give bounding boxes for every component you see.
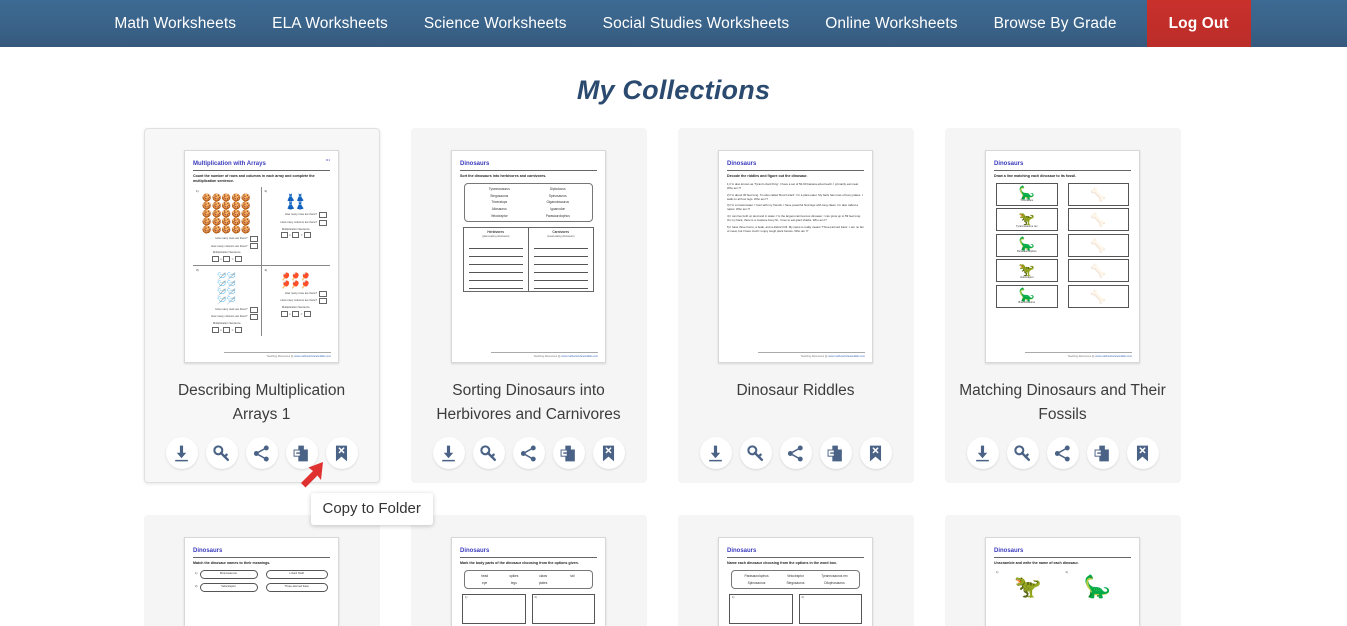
- worksheet-thumbnail[interactable]: Dinosaurs Name each dinosaur choosing fro…: [718, 537, 873, 626]
- copy-to-folder-icon: [292, 444, 311, 463]
- worksheet-thumbnail[interactable]: R1 Multiplication with Arrays Count the nu…: [184, 150, 339, 363]
- worksheet-thumbnail[interactable]: Dinosaurs Draw a line matching each dinos…: [985, 150, 1140, 363]
- worksheet-thumbnail[interactable]: Dinosaurs Decode the riddles and figure o…: [718, 150, 873, 363]
- collection-card-title: Dinosaur Riddles: [736, 382, 855, 399]
- download-button[interactable]: [966, 437, 999, 470]
- collection-card-title: Matching Dinosaurs and Their Fossils: [959, 382, 1166, 424]
- collections-grid: R1 Multiplication with Arrays Count the nu…: [143, 128, 1204, 626]
- download-button[interactable]: [699, 437, 732, 469]
- share-button[interactable]: [245, 437, 278, 470]
- copy-to-folder-button[interactable]: [819, 437, 852, 469]
- answer-key-button[interactable]: [205, 437, 238, 470]
- collection-card[interactable]: Dinosaurs Name each dinosaur choosing fro…: [677, 515, 914, 626]
- nav-items-container: Math Worksheets ELA Worksheets Science Wor…: [96, 0, 1251, 47]
- copy-to-folder-icon: [1093, 444, 1112, 463]
- bookmark-x-icon: [1133, 444, 1152, 463]
- remove-bookmark-button[interactable]: [325, 437, 358, 470]
- download-icon: [172, 444, 191, 463]
- worksheet-thumbnail[interactable]: Dinosaurs Match the dinosaur names to the…: [184, 537, 339, 626]
- bookmark-x-icon: [866, 444, 885, 463]
- tooltip-copy-to-folder: Copy to Folder: [310, 493, 433, 526]
- answer-key-button[interactable]: [739, 437, 772, 469]
- collection-card[interactable]: Dinosaurs Unscramble and write the name o…: [944, 515, 1181, 626]
- key-icon: [212, 444, 231, 463]
- card-action-buttons: [699, 437, 892, 469]
- copy-to-folder-button[interactable]: [285, 437, 318, 470]
- download-icon: [973, 444, 992, 463]
- collection-card[interactable]: Dinosaurs Draw a line matching each dinos…: [944, 128, 1181, 484]
- card-action-buttons: [966, 437, 1159, 470]
- answer-key-button[interactable]: [472, 437, 505, 470]
- share-icon: [1053, 444, 1072, 463]
- download-button[interactable]: [165, 437, 198, 470]
- collection-card-title: Sorting Dinosaurs into Herbivores and Ca…: [436, 382, 621, 424]
- nav-science-worksheets[interactable]: Science Worksheets: [406, 0, 585, 47]
- logout-button[interactable]: Log Out: [1146, 0, 1251, 47]
- share-button[interactable]: [779, 437, 812, 469]
- download-icon: [706, 444, 725, 463]
- page-title: My Collections: [576, 75, 771, 105]
- share-button[interactable]: [512, 437, 545, 470]
- nav-browse-by-grade[interactable]: Browse By Grade: [976, 0, 1135, 47]
- worksheet-thumbnail[interactable]: Dinosaurs Unscramble and write the name o…: [985, 537, 1140, 626]
- share-button[interactable]: [1046, 437, 1079, 470]
- worksheet-thumbnail[interactable]: Dinosaurs Mark the body parts of the dino…: [451, 537, 606, 626]
- bookmark-x-icon: [332, 444, 351, 463]
- share-icon: [519, 444, 538, 463]
- remove-bookmark-button[interactable]: [592, 437, 625, 470]
- copy-to-folder-button[interactable]: [1086, 437, 1119, 470]
- nav-social-studies-worksheets[interactable]: Social Studies Worksheets: [585, 0, 808, 47]
- answer-key-button[interactable]: [1006, 437, 1039, 470]
- copy-to-folder-button[interactable]: [552, 437, 585, 470]
- key-icon: [746, 444, 765, 463]
- download-icon: [439, 444, 458, 463]
- download-button[interactable]: [432, 437, 465, 470]
- nav-online-worksheets[interactable]: Online Worksheets: [807, 0, 975, 47]
- collection-card-title: Describing Multiplication Arrays 1: [177, 382, 346, 424]
- nav-math-worksheets[interactable]: Math Worksheets: [96, 0, 254, 47]
- card-action-buttons: Copy to Folder: [165, 437, 433, 526]
- collection-card[interactable]: Dinosaurs Sort the dinosaurs into herbivo…: [410, 128, 647, 484]
- worksheet-thumbnail[interactable]: Dinosaurs Sort the dinosaurs into herbivo…: [451, 150, 606, 363]
- collection-card[interactable]: R1 Multiplication with Arrays Count the nu…: [143, 128, 433, 526]
- key-icon: [479, 444, 498, 463]
- bookmark-x-icon: [599, 444, 618, 463]
- collection-card[interactable]: Dinosaurs Match the dinosaur names to the…: [143, 515, 380, 626]
- collection-card[interactable]: Dinosaurs Mark the body parts of the dino…: [410, 515, 647, 626]
- key-icon: [1013, 444, 1032, 463]
- share-icon: [252, 444, 271, 463]
- remove-bookmark-button[interactable]: [1126, 437, 1159, 470]
- top-navigation-bar: Math Worksheets ELA Worksheets Science Wor…: [0, 0, 1347, 47]
- nav-ela-worksheets[interactable]: ELA Worksheets: [254, 0, 406, 47]
- copy-to-folder-icon: [826, 444, 845, 463]
- copy-to-folder-icon: [559, 444, 578, 463]
- share-icon: [786, 444, 805, 463]
- remove-bookmark-button[interactable]: [859, 437, 892, 469]
- card-action-buttons: [432, 437, 625, 470]
- collection-card[interactable]: Dinosaurs Decode the riddles and figure o…: [677, 128, 914, 484]
